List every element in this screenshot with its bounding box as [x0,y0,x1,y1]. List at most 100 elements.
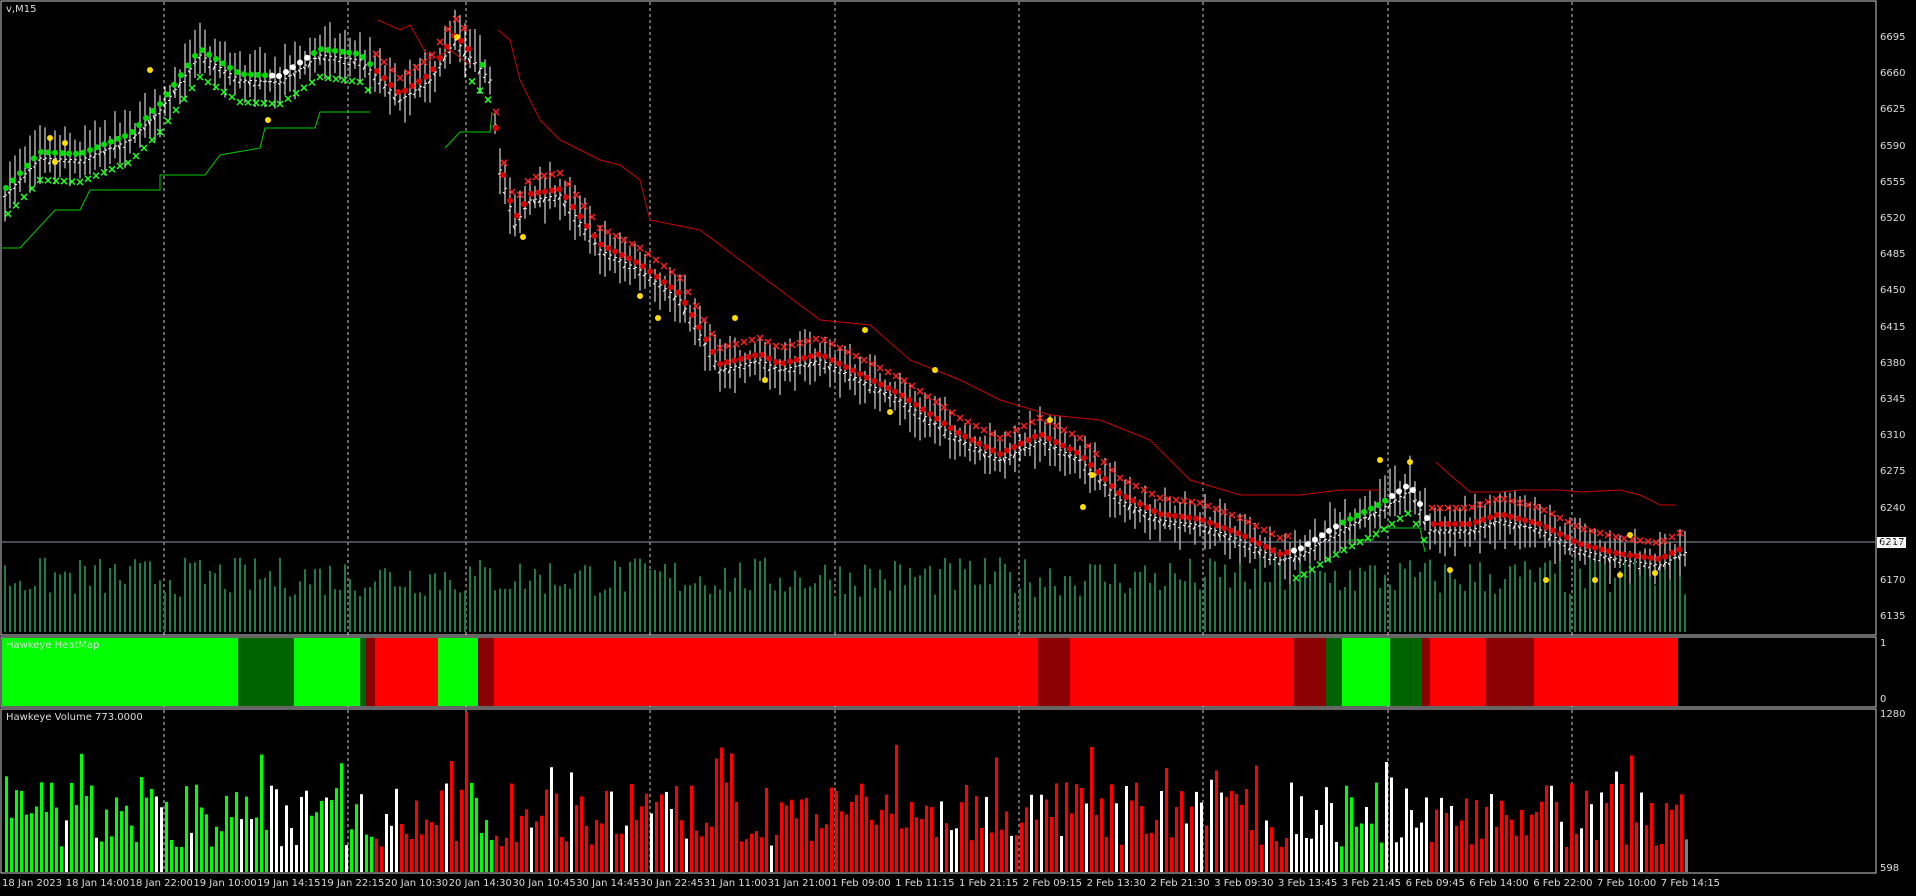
volume-bar [1215,770,1218,872]
trend-dot [143,115,149,121]
trend-dot [920,406,926,413]
volume-bar [210,846,213,872]
trend-dot [311,50,317,57]
volume-bar [1375,782,1378,872]
candle-open-tick [1497,521,1501,524]
volume-bar [995,757,998,872]
trail-x-marker [692,302,700,310]
volume-bar [1175,807,1178,872]
signal-dot [1543,577,1549,583]
volume-bar [735,801,738,872]
trend-dot [171,81,177,88]
volume-bar [235,792,238,872]
volume-bar [705,822,708,872]
volume-bar [940,801,943,872]
volume-bar [930,807,933,872]
trend-dot [192,52,198,59]
trend-dot [1494,512,1500,518]
trail-x-marker [1404,509,1412,517]
volume-bar [85,796,88,872]
trend-dot [1424,515,1430,521]
trend-dot [1319,532,1325,539]
volume-bar [455,840,458,872]
candle-open-tick [1397,500,1401,503]
trend-dot [129,129,135,135]
trail-x-marker [932,398,940,406]
trend-dot [360,54,366,60]
volume-bar [65,820,68,872]
candle-open-tick [897,400,901,403]
volume-bar [1185,823,1188,872]
trend-dot [276,72,282,79]
volume-bar [1590,804,1593,872]
chart-canvas[interactable] [0,0,1916,896]
trail-x-marker [1060,426,1068,434]
trend-dot [507,197,513,204]
volume-bar [890,813,893,872]
trail-x-marker [20,193,28,201]
trend-dot [1151,508,1157,514]
volume-bar [730,753,733,872]
time-axis-label: 18 Jan 22:00 [129,878,193,889]
trail-x-marker [1668,533,1676,541]
trail-x-marker [1212,505,1220,513]
trend-dot [213,56,219,62]
trend-dot [934,415,940,422]
chart-root[interactable]: v,M15 Hawkeye HeatMap Hawkeye Volume 773… [0,0,1916,896]
volume-bar [320,800,323,872]
volume-bar [1470,844,1473,872]
heatmap-segment [360,638,366,706]
signal-dot [52,159,58,165]
volume-bar [1620,783,1623,872]
candle-open-tick [327,59,331,61]
volume-bar [1145,833,1148,872]
trend-dot [283,68,289,75]
volume-bar [280,846,283,872]
trail-x-marker [420,58,428,66]
trail-x-marker [852,352,860,360]
volume-axis-top: 1280 [1880,709,1906,720]
time-axis-label: 30 Jan 22:45 [640,878,704,889]
volume-bar [1385,762,1388,872]
trend-dot [479,61,485,68]
trail-x-marker [604,228,612,236]
volume-bar [1530,814,1533,872]
trend-dot [395,89,401,95]
volume-bar [1220,792,1223,872]
volume-bar [295,845,298,872]
volume-bar [80,753,83,872]
candle-open-tick [1027,447,1031,450]
trend-dot [1536,520,1542,527]
trend-dot [1620,551,1626,558]
volume-bar [415,800,418,872]
time-axis-label: 1 Feb 09:00 [831,878,891,889]
volume-bar [520,815,523,872]
volume-bar [40,782,43,872]
trail-x-marker [1316,560,1324,569]
volume-bar [165,801,168,872]
trail-x-marker [1148,490,1156,498]
volume-bar [815,814,818,872]
volume-bar [1685,839,1688,872]
trend-dot [1543,524,1549,530]
trend-dot [941,420,947,427]
volume-bar [135,842,138,872]
trend-dot [962,433,968,440]
trail-x-marker [900,377,908,385]
trend-dot [1340,519,1346,526]
signal-dot [637,293,643,299]
volume-bar [1345,785,1348,872]
trail-x-marker [1076,434,1084,442]
volume-bar [600,823,603,872]
trail-x-marker [164,117,172,125]
volume-title: Hawkeye Volume 773.0000 [6,712,143,723]
volume-bar [1580,828,1583,872]
volume-bar [1645,825,1648,872]
trend-dot [1529,519,1535,525]
volume-bar [1245,788,1248,872]
volume-bar [810,840,813,872]
volume-bar [1455,825,1458,872]
trail-x-marker [148,136,156,144]
trail-x-marker [244,98,252,106]
volume-bar [1665,803,1668,872]
